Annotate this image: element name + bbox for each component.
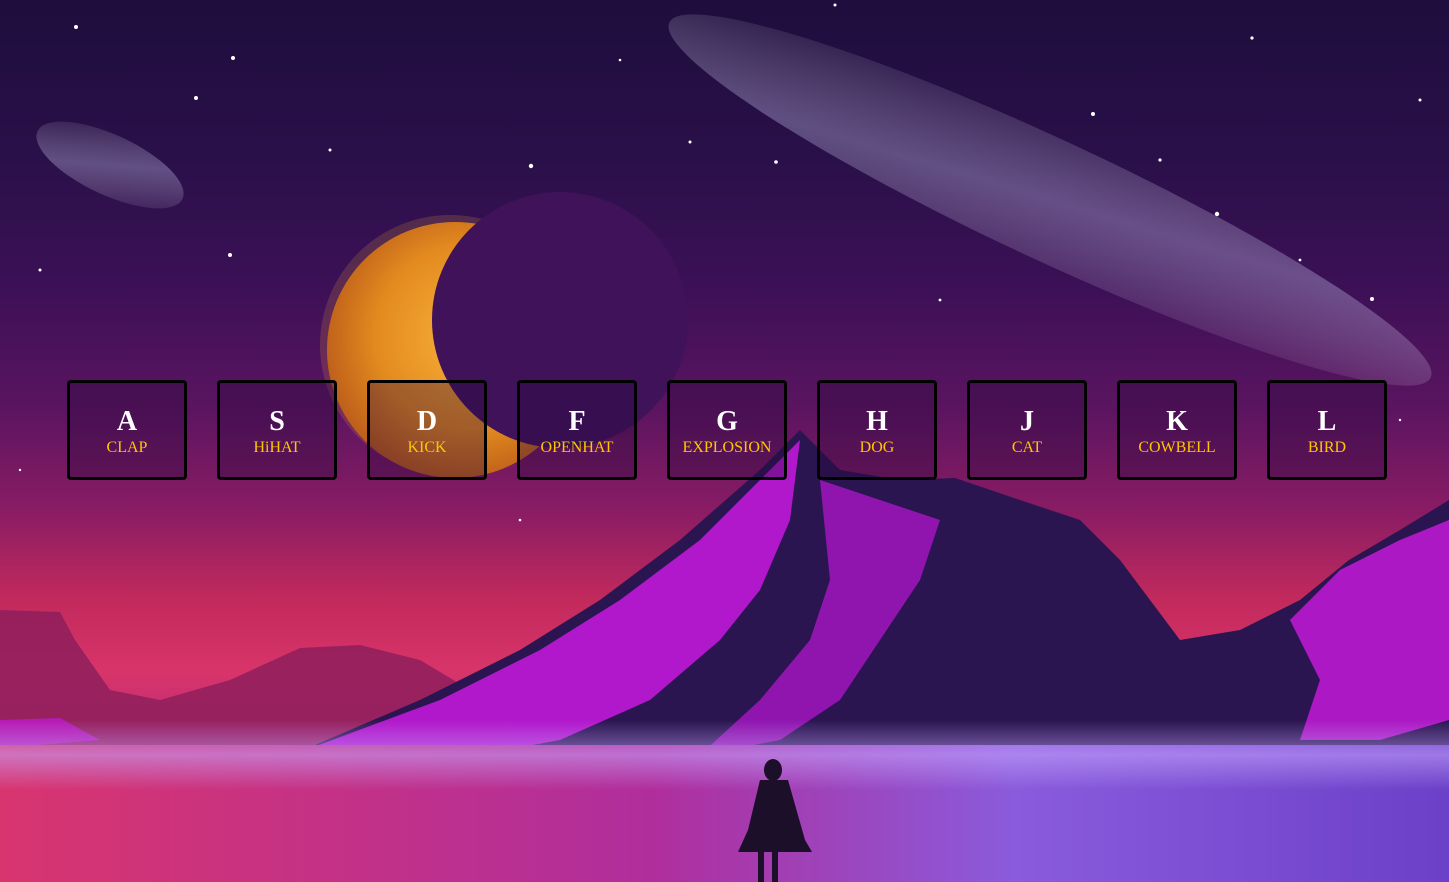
key-sound-label: OPENHAT bbox=[540, 439, 614, 456]
key-letter: K bbox=[1166, 406, 1188, 437]
key-sound-label: HiHAT bbox=[253, 439, 301, 456]
key-letter: H bbox=[866, 406, 888, 437]
key-letter: G bbox=[716, 406, 738, 437]
key-sound-label: BIRD bbox=[1307, 439, 1347, 456]
key-sound-label: KICK bbox=[407, 439, 447, 456]
key-s[interactable]: S HiHAT bbox=[217, 380, 337, 480]
key-letter: D bbox=[416, 406, 438, 437]
key-letter: J bbox=[1020, 406, 1034, 437]
key-g[interactable]: G EXPLOSION bbox=[667, 380, 787, 480]
key-letter: L bbox=[1317, 406, 1337, 437]
key-k[interactable]: K COWBELL bbox=[1117, 380, 1237, 480]
key-h[interactable]: H DOG bbox=[817, 380, 937, 480]
key-letter: S bbox=[269, 406, 285, 437]
key-a[interactable]: A CLAP bbox=[67, 380, 187, 480]
key-letter: F bbox=[568, 406, 586, 437]
milky-way bbox=[36, 14, 1432, 386]
mist bbox=[0, 720, 1449, 790]
key-j[interactable]: J CAT bbox=[967, 380, 1087, 480]
key-sound-label: EXPLOSION bbox=[682, 439, 772, 456]
key-f[interactable]: F OPENHAT bbox=[517, 380, 637, 480]
key-l[interactable]: L BIRD bbox=[1267, 380, 1387, 480]
key-sound-label: CLAP bbox=[106, 439, 148, 456]
key-sound-label: COWBELL bbox=[1138, 439, 1216, 456]
drum-keys: A CLAP S HiHAT D KICK F OPENHAT G EXPLOS… bbox=[67, 380, 1387, 480]
key-d[interactable]: D KICK bbox=[367, 380, 487, 480]
key-letter: A bbox=[116, 406, 138, 437]
key-sound-label: CAT bbox=[1011, 439, 1043, 456]
key-sound-label: DOG bbox=[859, 439, 895, 456]
